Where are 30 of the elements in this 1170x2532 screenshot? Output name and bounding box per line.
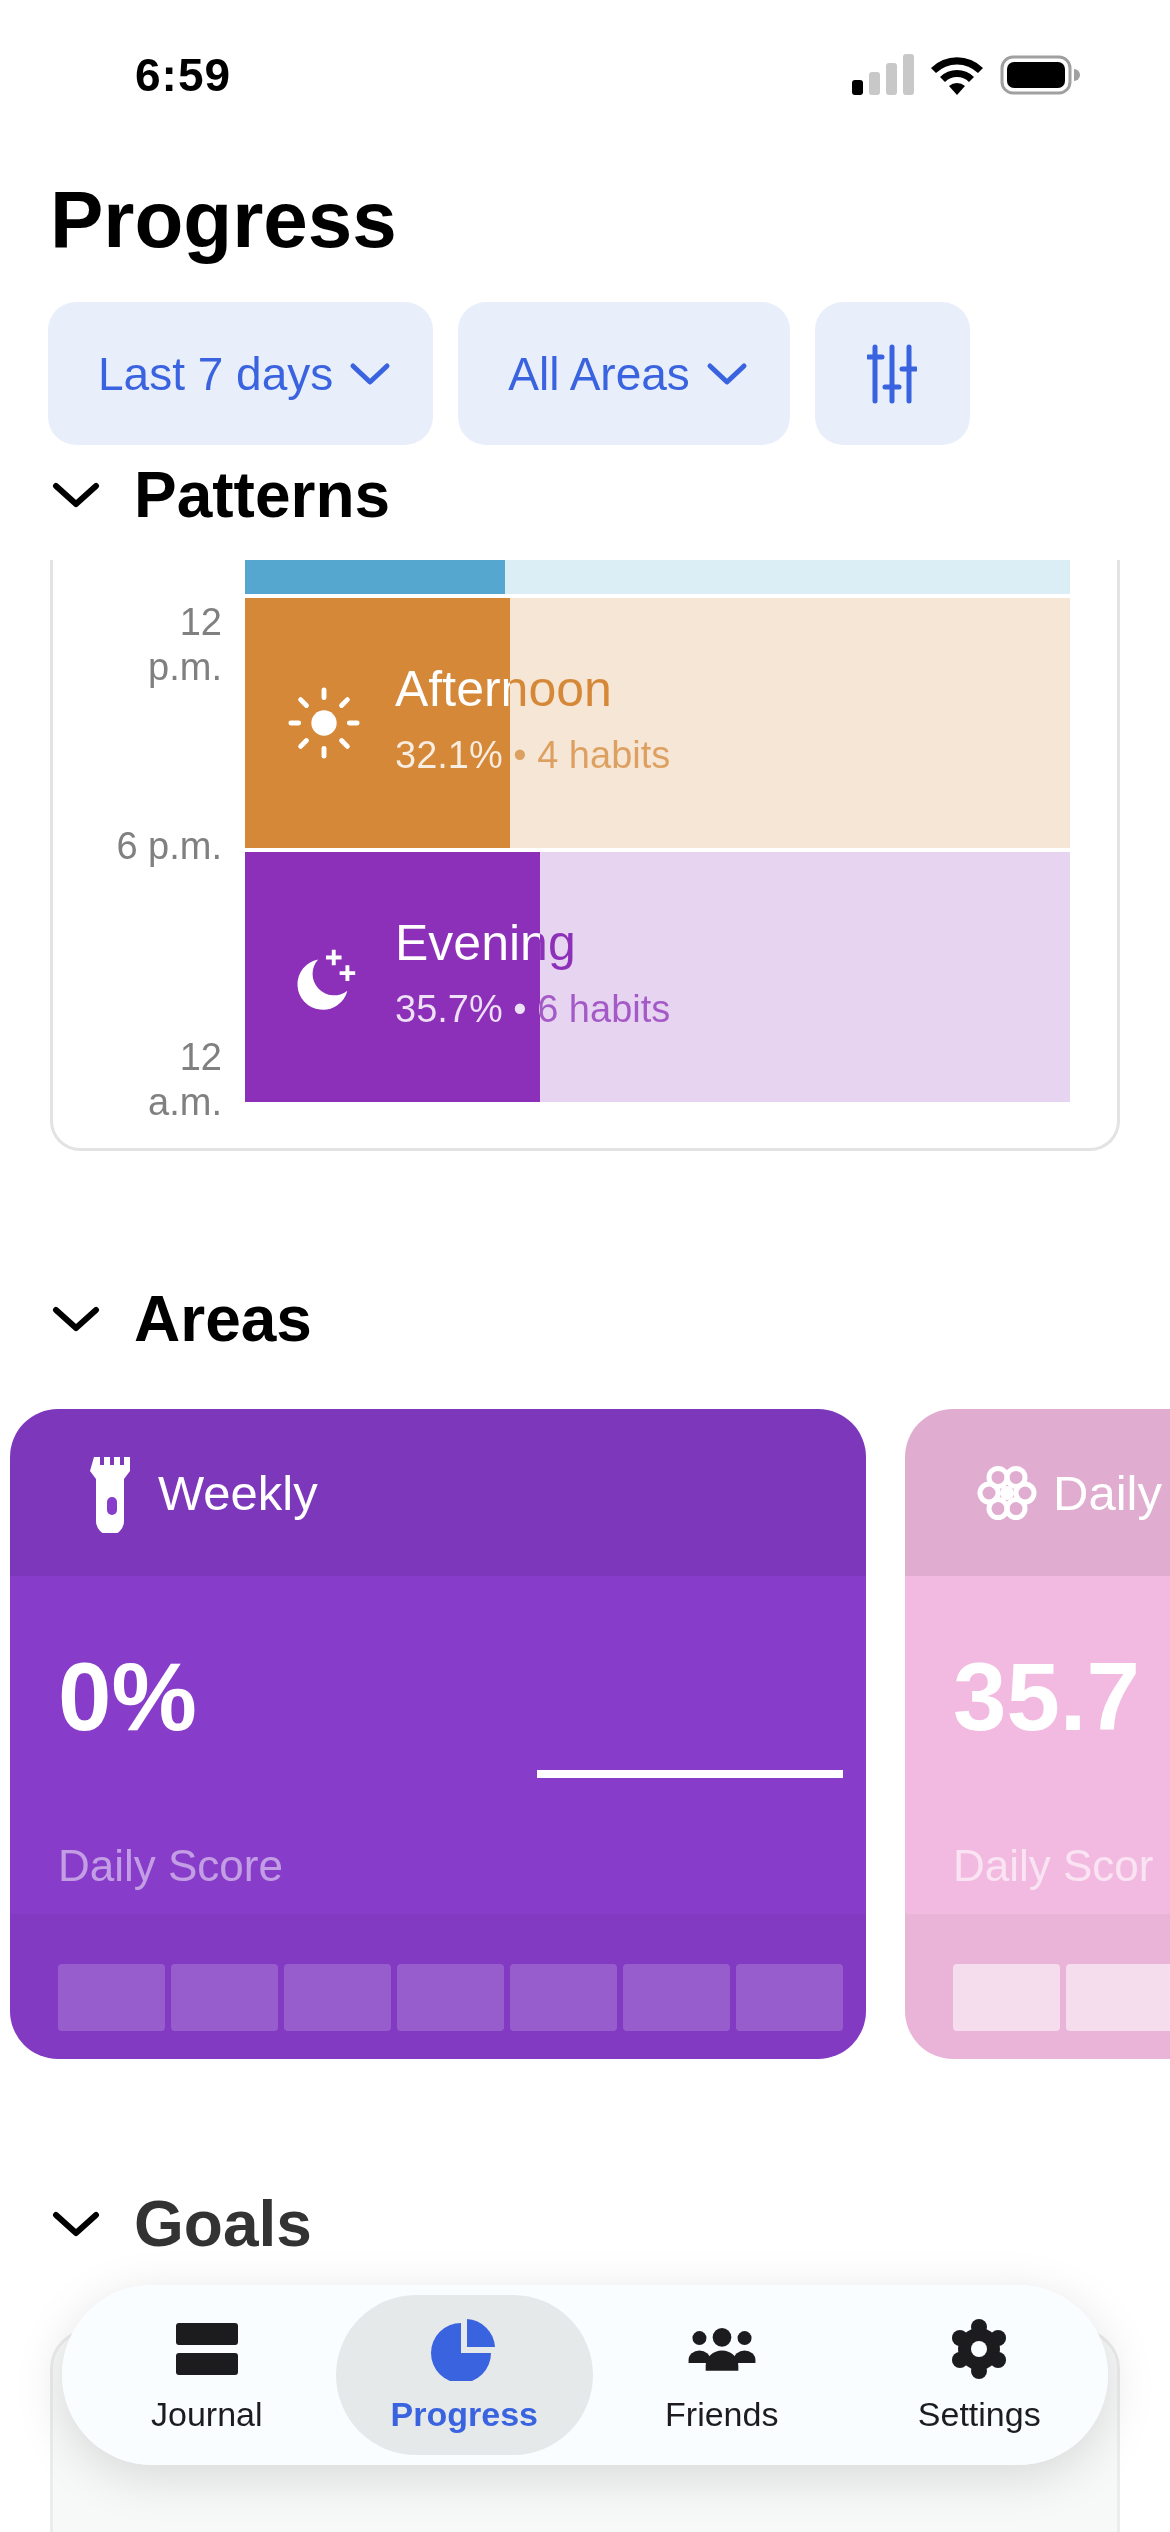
- score-label: Daily Score: [58, 1842, 284, 1890]
- filter-dropdown[interactable]: All Areas: [458, 302, 790, 445]
- tab[interactable]: Progress: [335, 2295, 593, 2455]
- filter-button[interactable]: [814, 302, 970, 445]
- tab[interactable]: Journal: [78, 2295, 336, 2455]
- area-name: Weekly: [158, 1464, 318, 1521]
- area-card[interactable]: Weekly 0% Daily Score: [10, 1409, 866, 2059]
- battery-icon: [1000, 55, 1080, 95]
- chevron-icon: [705, 360, 748, 387]
- section-title: Goals: [134, 2187, 312, 2261]
- chevron-icon[interactable]: [52, 1304, 100, 1334]
- time-label: 12 p.m.: [147, 600, 222, 690]
- time-label: 6 p.m.: [115, 824, 222, 869]
- sliders-icon: [867, 342, 918, 405]
- area-name: Daily: [1053, 1464, 1162, 1521]
- chevron-icon: [349, 360, 392, 387]
- section-title: Areas: [134, 1282, 312, 1356]
- page-title: Progress: [50, 174, 398, 266]
- chevron-icon[interactable]: [52, 480, 100, 510]
- area-score: 35.7: [953, 1649, 1141, 1745]
- area-score: 0%: [58, 1649, 198, 1745]
- wifi-icon: [930, 55, 984, 95]
- section-title: Patterns: [134, 458, 391, 532]
- signal-icon: [852, 54, 914, 96]
- chevron-icon[interactable]: [52, 2209, 100, 2239]
- filter-dropdown[interactable]: Last 7 days: [48, 302, 434, 445]
- tab[interactable]: Friends: [593, 2295, 851, 2455]
- status-time: 6:59: [135, 48, 232, 102]
- time-label: 12 a.m.: [147, 1035, 222, 1125]
- tab[interactable]: Settings: [850, 2295, 1108, 2455]
